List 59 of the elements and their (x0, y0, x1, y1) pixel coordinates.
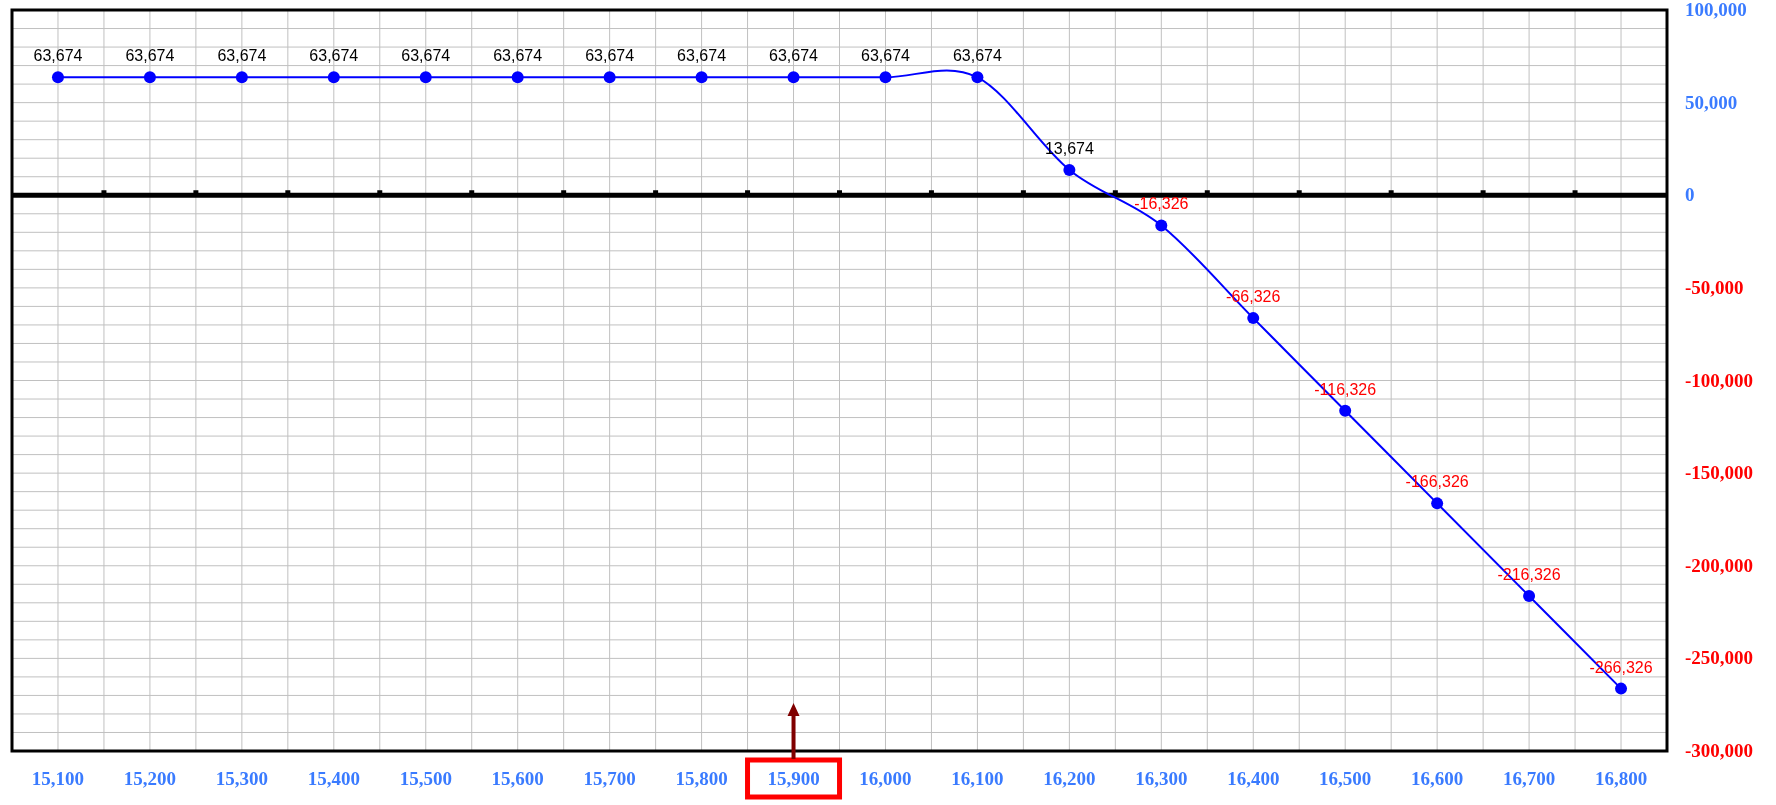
value-label: 63,674 (769, 47, 818, 65)
data-point (235, 71, 248, 84)
x-axis-label: 15,600 (491, 768, 544, 789)
data-point (1155, 219, 1168, 232)
y-axis-label: 100,000 (1685, 0, 1747, 20)
data-point (787, 71, 800, 84)
y-axis-label: -50,000 (1685, 276, 1744, 298)
data-point (419, 71, 432, 84)
data-point (971, 71, 984, 84)
x-axis-label: 16,200 (1043, 768, 1096, 789)
data-point (1615, 682, 1628, 695)
x-axis-label: 15,300 (215, 768, 268, 789)
data-point (1247, 312, 1260, 325)
x-axis-label: 15,500 (399, 768, 452, 789)
y-axis-label: -300,000 (1685, 740, 1754, 761)
x-axis-label: 16,800 (1594, 768, 1648, 789)
value-label: -16,326 (1134, 195, 1189, 213)
value-label: 63,674 (677, 47, 727, 65)
data-point (1523, 590, 1536, 602)
value-label: 63,674 (125, 47, 175, 65)
x-axis-label: 16,500 (1319, 768, 1372, 789)
data-point (51, 71, 64, 84)
value-label: 63,674 (401, 47, 451, 65)
data-point (879, 71, 892, 84)
value-label: 63,674 (309, 47, 359, 65)
x-axis-label: 16,100 (951, 768, 1004, 789)
data-point (1063, 163, 1076, 176)
x-axis-label: 15,900 (767, 768, 820, 789)
data-point (695, 71, 708, 84)
x-axis-label: 15,800 (675, 768, 728, 789)
data-point (327, 71, 340, 84)
x-axis-label: 16,300 (1135, 768, 1188, 789)
data-point (511, 71, 524, 84)
value-label: 63,674 (217, 47, 267, 65)
y-axis-label: 0 (1685, 184, 1695, 206)
x-axis-label: 16,000 (859, 768, 912, 789)
data-point (1431, 497, 1444, 510)
y-axis-label: -250,000 (1685, 647, 1754, 669)
value-label: 13,674 (1044, 139, 1094, 157)
x-axis-label: 16,700 (1502, 768, 1556, 789)
y-axis-label: -150,000 (1685, 462, 1754, 484)
data-point (1339, 404, 1352, 417)
x-axis-label: 16,600 (1411, 768, 1464, 789)
y-axis-label: -100,000 (1685, 369, 1754, 391)
x-axis-label: 15,200 (123, 768, 177, 789)
x-axis-label: 15,400 (307, 768, 360, 789)
y-axis-label: -200,000 (1685, 554, 1754, 576)
value-label: 63,674 (952, 47, 1002, 65)
x-axis-label: 15,700 (583, 768, 636, 789)
value-label: 63,674 (585, 47, 635, 65)
value-label: 63,674 (33, 47, 83, 65)
x-axis-label: 16,400 (1227, 768, 1280, 789)
value-label: 63,674 (493, 47, 543, 65)
data-point (143, 71, 156, 84)
x-axis-label: 15,100 (31, 768, 85, 789)
data-point (603, 71, 616, 84)
y-axis-label: 50,000 (1685, 91, 1738, 113)
pointer-arrow (787, 703, 800, 759)
value-label: 63,674 (861, 47, 910, 65)
